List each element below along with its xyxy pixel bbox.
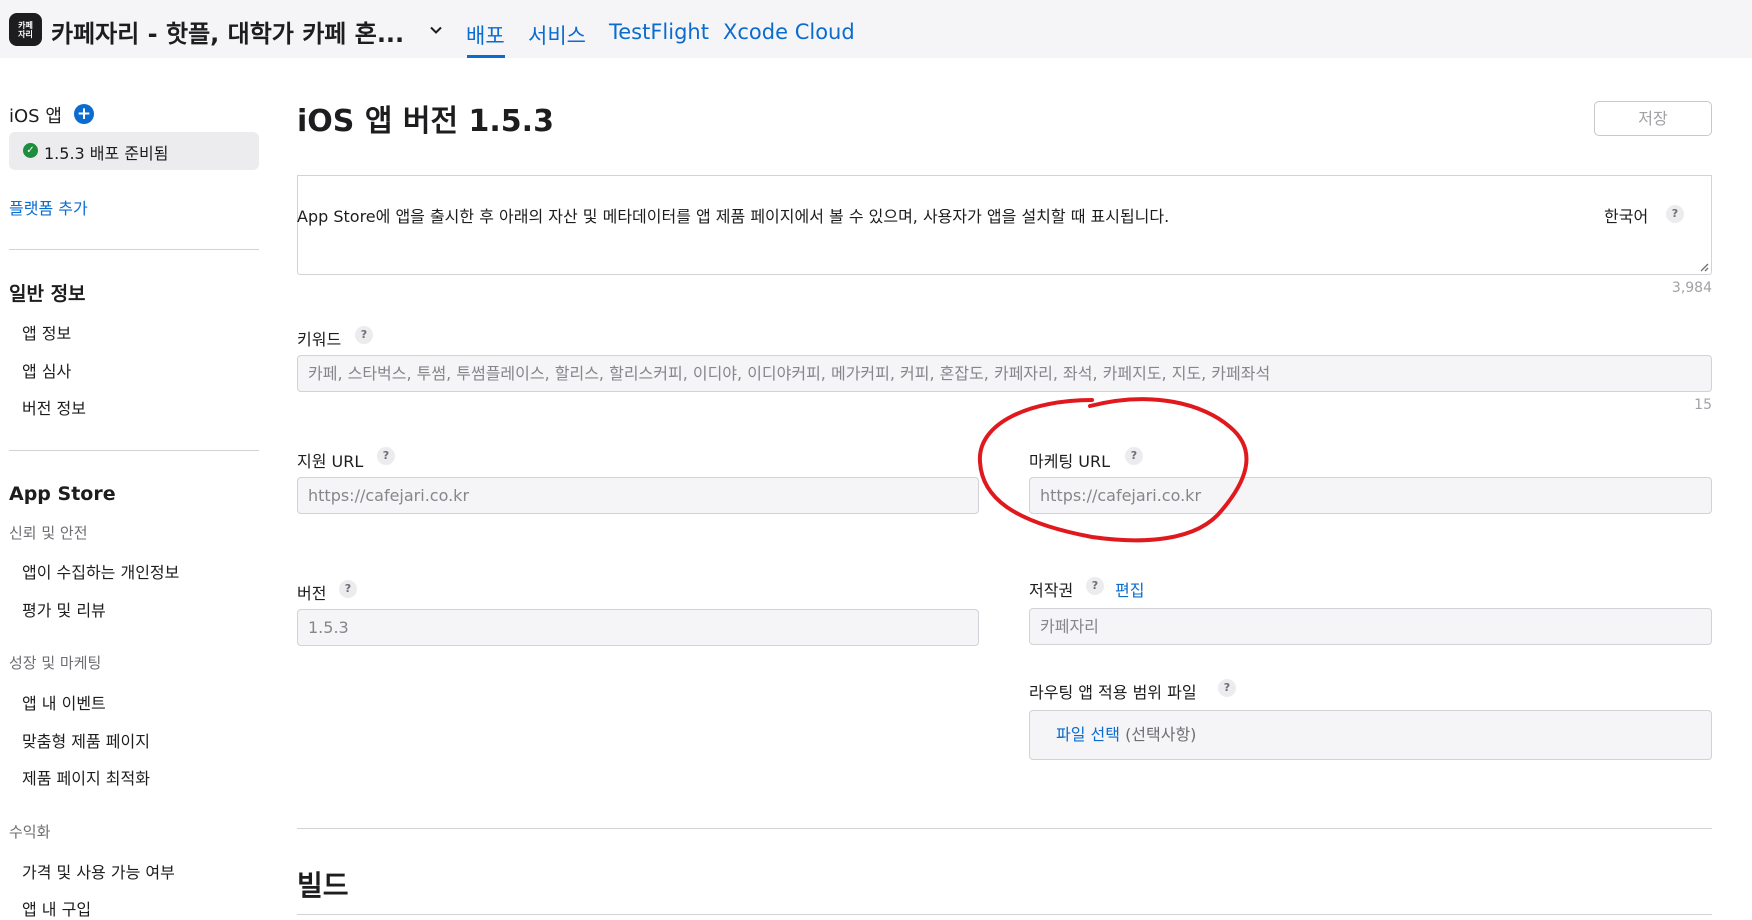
sidebar-divider [9,450,259,451]
keywords-char-counter: 15 [1694,397,1712,413]
sidebar-item-app-info[interactable]: 앱 정보 [22,320,71,344]
sidebar-item-custom-pages[interactable]: 맞춤형 제품 페이지 [22,728,150,752]
sidebar-growth-category: 성장 및 마케팅 [9,654,102,672]
active-tab-indicator [467,55,505,58]
section-divider [297,828,1712,829]
keywords-input[interactable]: 카페, 스타벅스, 투썸, 투썸플레이스, 할리스, 할리스커피, 이디야, 이… [297,355,1712,392]
help-icon[interactable]: ? [1666,205,1684,223]
routing-file-picker[interactable]: 파일 선택 (선택사항) [1029,710,1712,760]
support-url-label: 지원 URL [297,452,364,471]
tab-distribution[interactable]: 배포 [466,20,505,50]
sidebar-item-version-label[interactable]: 1.5.3 배포 준비됨 [44,140,168,164]
choose-file-link[interactable]: 파일 선택 [1056,725,1120,744]
help-icon[interactable]: ? [1125,447,1143,465]
sidebar-item-in-app-events[interactable]: 앱 내 이벤트 [22,690,106,714]
routing-file-label: 라우팅 앱 적용 범위 파일 [1029,683,1197,702]
resize-handle-icon[interactable] [1699,262,1709,272]
section-divider [297,914,1712,915]
sidebar-ios-app-heading: iOS 앱 [9,106,62,127]
sidebar-appstore-heading: App Store [9,483,116,505]
tab-xcode-cloud[interactable]: Xcode Cloud [723,20,855,44]
tab-services[interactable]: 서비스 [528,20,586,50]
language-selector[interactable]: 한국어 [1604,203,1648,227]
sidebar-item-ratings[interactable]: 평가 및 리뷰 [22,597,106,621]
help-icon[interactable]: ? [355,326,373,344]
sidebar-general-heading: 일반 정보 [9,283,86,305]
help-icon[interactable]: ? [339,580,357,598]
help-icon[interactable]: ? [1086,577,1104,595]
optional-hint: (선택사항) [1125,725,1197,744]
sidebar-monetization-category: 수익화 [9,823,51,841]
sidebar-item-app-review[interactable]: 앱 심사 [22,358,71,382]
sidebar-item-privacy[interactable]: 앱이 수집하는 개인정보 [22,559,179,583]
page-title: iOS 앱 버전 1.5.3 [297,104,554,139]
sidebar-trust-category: 신뢰 및 안전 [9,524,88,542]
chevron-down-icon[interactable] [430,24,442,36]
app-icon[interactable]: 카페 자리 [9,13,42,46]
sidebar-divider [9,249,259,250]
tab-testflight[interactable]: TestFlight [609,20,709,44]
description-text: App Store에 앱을 출시한 후 아래의 자산 및 메타데이터를 앱 제품… [297,207,1170,226]
sidebar-item-pricing[interactable]: 가격 및 사용 가능 여부 [22,859,175,883]
app-title[interactable]: 카페자리 - 핫플, 대학가 카페 혼... [51,14,404,49]
promo-char-counter: 3,984 [1671,280,1712,296]
build-section-title: 빌드 [297,869,349,902]
sidebar-item-page-optimization[interactable]: 제품 페이지 최적화 [22,765,150,789]
copyright-label: 저작권 [1029,581,1074,600]
check-icon: ✓ [23,143,38,158]
version-label: 버전 [297,584,327,603]
support-url-input[interactable]: https://cafejari.co.kr [297,477,979,514]
copyright-input[interactable]: 카페자리 [1029,608,1712,645]
marketing-url-label: 마케팅 URL [1029,452,1110,471]
sidebar-item-in-app-purchases[interactable]: 앱 내 구입 [22,896,91,920]
copyright-edit-link[interactable]: 편집 [1115,577,1144,601]
marketing-url-input[interactable]: https://cafejari.co.kr [1029,477,1712,514]
version-input[interactable]: 1.5.3 [297,609,979,646]
keywords-label: 키워드 [297,330,342,349]
save-button[interactable]: 저장 [1594,101,1712,136]
annotation-circle [977,397,1249,543]
add-platform-link[interactable]: 플랫폼 추가 [9,195,88,219]
help-icon[interactable]: ? [377,447,395,465]
add-version-icon[interactable]: + [74,104,94,124]
top-bar: 카페 자리 카페자리 - 핫플, 대학가 카페 혼... 배포 서비스 Test… [0,0,1752,58]
sidebar-item-version-info[interactable]: 버전 정보 [22,395,86,419]
help-icon[interactable]: ? [1218,679,1236,697]
